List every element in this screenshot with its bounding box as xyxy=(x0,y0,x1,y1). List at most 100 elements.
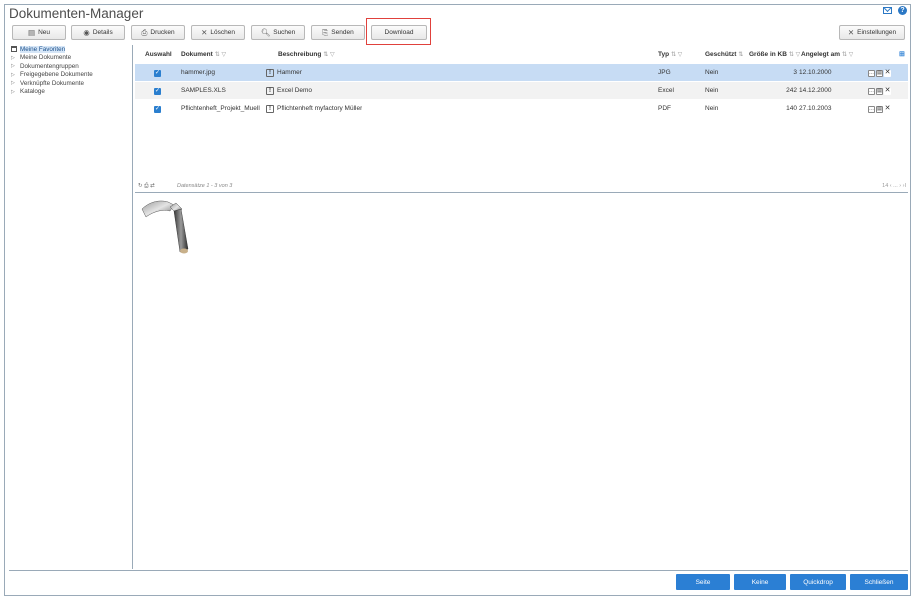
cell-created: 27.10.2003 xyxy=(799,105,832,112)
sort-filter-icon[interactable]: ⇅ ▽ xyxy=(789,52,800,58)
settings-button-label: Einstellungen xyxy=(857,29,897,36)
sidebar-item-label: Verknüpfte Dokumente xyxy=(20,79,85,87)
table-row[interactable]: ✓ Pflichtenheft_Projekt_Muell ! Pflichten… xyxy=(135,99,908,117)
document-grid: Auswahl Dokument ⇅ ▽ Beschreibung ⇅ ▽ Typ ⇅… xyxy=(135,45,908,192)
details-button[interactable]: ◉ Details xyxy=(71,25,125,40)
sidebar-item-label: Freigegebene Dokumente xyxy=(20,71,93,79)
cell-document[interactable]: Pflichtenheft_Projekt_Muell xyxy=(181,105,267,112)
page-title: Dokumenten-Manager xyxy=(9,6,144,21)
print-button[interactable]: ⎙ Drucken xyxy=(131,25,185,40)
cell-protected: Nein xyxy=(705,69,719,76)
info-icon[interactable]: ! xyxy=(266,104,274,113)
close-icon: ✕ xyxy=(201,27,208,37)
grid-tools: ↻ ⎙ ⇄ xyxy=(138,183,155,190)
column-header-description[interactable]: Beschreibung ⇅ ▽ xyxy=(278,51,335,58)
record-count: Datensätze 1 - 3 von 3 xyxy=(177,183,233,189)
triangle-right-icon: ▷ xyxy=(11,88,15,95)
delete-icon[interactable]: ✕ xyxy=(884,105,891,113)
grid-header-row: Auswahl Dokument ⇅ ▽ Beschreibung ⇅ ▽ Typ ⇅… xyxy=(135,45,908,63)
pager[interactable]: 14 ‹ ... › ›I xyxy=(882,183,906,189)
column-header-size[interactable]: Größe in KB ⇅ ▽ xyxy=(749,51,800,58)
sidebar-item-document-groups[interactable]: ▷ Dokumentengruppen xyxy=(9,62,132,71)
edit-icon[interactable]: ▤ xyxy=(876,69,883,77)
sort-filter-icon[interactable]: ⇅ ▽ xyxy=(215,52,226,58)
row-checkbox[interactable]: ✓ xyxy=(154,105,161,113)
page-button[interactable]: Seite xyxy=(676,574,730,590)
send-button-label: Senden xyxy=(331,29,354,36)
more-icon[interactable]: … xyxy=(868,105,875,113)
cell-type: Excel xyxy=(658,87,674,94)
more-icon[interactable]: … xyxy=(868,87,875,95)
cell-description: ! Excel Demo xyxy=(266,86,312,95)
column-header-document[interactable]: Dokument ⇅ ▽ xyxy=(181,51,226,58)
info-icon[interactable]: ! xyxy=(266,68,274,77)
print-button-label: Drucken xyxy=(150,29,175,36)
column-header-label: Beschreibung xyxy=(278,50,322,58)
sidebar-tree: Meine Favoriten ▷ Meine Dokumente ▷ Doku… xyxy=(9,45,133,569)
triangle-right-icon: ▷ xyxy=(11,54,15,61)
cell-description: ! Pflichtenheft myfactory Müller xyxy=(266,104,362,113)
favorites-list-icon xyxy=(11,46,17,53)
row-checkbox[interactable]: ✓ xyxy=(154,69,161,77)
sidebar-item-shared-documents[interactable]: ▷ Freigegebene Dokumente xyxy=(9,71,132,80)
hammer-image xyxy=(141,200,189,254)
sidebar-item-label: Meine Favoriten xyxy=(20,45,66,53)
printer-icon[interactable]: ⎙ xyxy=(144,183,148,189)
cell-type: JPG xyxy=(658,69,671,76)
edit-icon[interactable]: ▤ xyxy=(876,105,883,113)
send-button[interactable]: ⎘ Senden xyxy=(311,25,365,40)
help-icon[interactable]: ? xyxy=(898,6,907,15)
sidebar-item-linked-documents[interactable]: ▷ Verknüpfte Dokumente xyxy=(9,79,132,88)
sidebar-item-label: Meine Dokumente xyxy=(20,54,72,62)
sidebar-item-favorites[interactable]: Meine Favoriten xyxy=(9,45,132,54)
none-button[interactable]: Keine xyxy=(734,574,786,590)
row-actions: … ▤ ✕ xyxy=(867,87,891,95)
search-document-icon: 🔍︎ xyxy=(260,27,271,37)
sort-filter-icon[interactable]: ⇅ ▽ xyxy=(671,52,682,58)
eye-icon: ◉ xyxy=(83,27,90,37)
column-header-created[interactable]: Angelegt am ⇅ ▽ xyxy=(801,51,853,58)
sidebar-item-label: Dokumentengruppen xyxy=(20,62,79,70)
sort-icon[interactable]: ⇅ xyxy=(738,52,743,58)
triangle-right-icon: ▷ xyxy=(11,71,15,78)
sidebar-item-catalogs[interactable]: ▷ Kataloge xyxy=(9,88,132,97)
cell-document[interactable]: SAMPLES.XLS xyxy=(181,87,267,94)
quickdrop-button[interactable]: Quickdrop xyxy=(790,574,846,590)
column-header-type[interactable]: Typ ⇅ ▽ xyxy=(658,51,682,58)
tools-icon: ✕ xyxy=(847,27,855,37)
settings-button[interactable]: ✕ Einstellungen xyxy=(839,25,905,40)
new-button[interactable]: ▤ Neu xyxy=(12,25,66,40)
details-button-label: Details xyxy=(92,29,113,36)
printer-icon: ⎙ xyxy=(141,27,148,37)
edit-icon[interactable]: ▤ xyxy=(876,87,883,95)
table-row[interactable]: ✓ SAMPLES.XLS ! Excel Demo Excel Nein 242… xyxy=(135,81,908,99)
close-button[interactable]: Schließen xyxy=(850,574,908,590)
mail-icon[interactable] xyxy=(883,7,892,14)
delete-button[interactable]: ✕ Löschen xyxy=(191,25,245,40)
sort-filter-icon[interactable]: ⇅ ▽ xyxy=(323,52,334,58)
row-checkbox[interactable]: ✓ xyxy=(154,87,161,95)
cell-created: 12.10.2000 xyxy=(799,69,832,76)
column-header-select[interactable]: Auswahl xyxy=(145,51,172,58)
bottom-divider xyxy=(9,570,908,571)
sort-filter-icon[interactable]: ⇅ ▽ xyxy=(842,52,853,58)
column-header-label: Angelegt am xyxy=(801,50,841,58)
search-button-label: Suchen xyxy=(273,29,296,36)
cell-size: 242 xyxy=(786,87,797,94)
info-icon[interactable]: ! xyxy=(266,86,274,95)
table-row[interactable]: ✓ hammer.jpg ! Hammer JPG Nein 3 12.10.20… xyxy=(135,63,908,81)
more-icon[interactable]: … xyxy=(868,69,875,77)
cell-protected: Nein xyxy=(705,87,719,94)
sidebar-item-my-documents[interactable]: ▷ Meine Dokumente xyxy=(9,54,132,63)
row-actions: … ▤ ✕ xyxy=(867,69,891,77)
delete-icon[interactable]: ✕ xyxy=(884,69,891,77)
search-button[interactable]: 🔍︎ Suchen xyxy=(251,25,305,40)
splitter[interactable] xyxy=(135,192,908,193)
cell-document[interactable]: hammer.jpg xyxy=(181,69,267,76)
delete-icon[interactable]: ✕ xyxy=(884,87,891,95)
export-icon[interactable]: ⇄ xyxy=(150,183,155,189)
refresh-icon[interactable]: ↻ xyxy=(138,183,143,189)
column-chooser-icon[interactable]: ⊞ xyxy=(899,50,905,58)
document-preview xyxy=(140,197,200,259)
column-header-protected[interactable]: Geschützt ⇅ xyxy=(705,51,743,58)
